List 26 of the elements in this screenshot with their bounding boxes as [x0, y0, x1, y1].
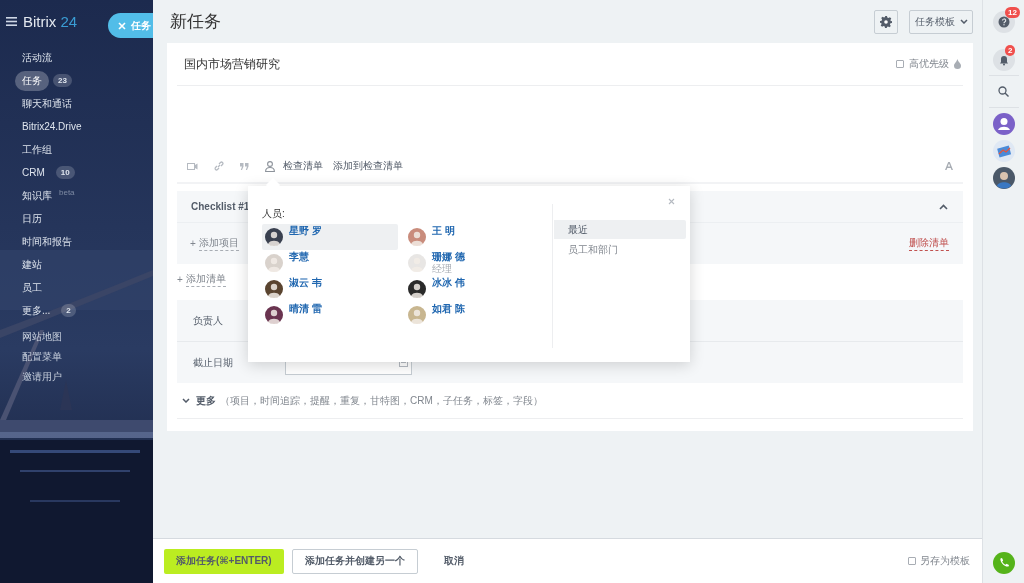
- more-hint: （项目，时间追踪，提醒，重复，甘特图，CRM，子任务，标签，字段）: [220, 393, 543, 408]
- person-name: 星野 罗: [289, 225, 322, 237]
- counter-badge: 2: [61, 304, 76, 317]
- person-name: 晴清 雷: [289, 303, 322, 315]
- checkbox-label: 另存为模板: [920, 554, 970, 568]
- person-name: 王 明: [432, 225, 455, 237]
- checklist-title: Checklist #1: [191, 201, 250, 212]
- field-label: 负责人: [193, 313, 224, 328]
- page-title: 新任务: [169, 11, 221, 33]
- person-name: 李慧: [289, 251, 309, 263]
- notification-badge: 12: [1005, 7, 1020, 18]
- beta-label: beta: [59, 188, 75, 197]
- plus-sign: +: [177, 273, 183, 285]
- counter-badge: 23: [53, 74, 72, 87]
- counter-badge: 10: [55, 166, 75, 179]
- field-label: 截止日期: [193, 355, 234, 370]
- popup-label: 人员:: [262, 207, 286, 221]
- person-name: 淑云 韦: [289, 277, 322, 289]
- person-name: 如君 陈: [432, 303, 465, 315]
- notification-badge: 2: [1005, 45, 1016, 56]
- plus-sign: +: [190, 238, 196, 249]
- checkbox-label: 高优先级: [909, 57, 949, 71]
- person-name: 冰冰 伟: [432, 277, 465, 289]
- person-role: 经理: [432, 263, 453, 275]
- logo: Bitrix 24: [23, 12, 78, 30]
- person-name: 珊娜 德: [432, 251, 465, 263]
